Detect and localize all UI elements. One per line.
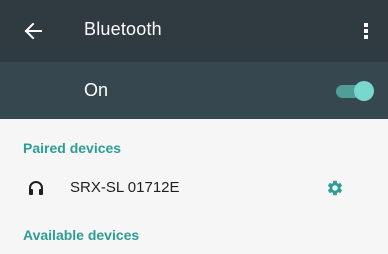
bluetooth-toggle[interactable] bbox=[336, 81, 374, 101]
available-devices-header: Available devices bbox=[23, 227, 140, 243]
app-bar: Bluetooth bbox=[0, 0, 388, 62]
device-item[interactable]: SRX-SL 01712E bbox=[0, 167, 388, 209]
gear-icon bbox=[327, 180, 343, 196]
paired-devices-header: Paired devices bbox=[23, 140, 122, 156]
device-settings-button[interactable] bbox=[323, 176, 347, 200]
bluetooth-switch-bar[interactable]: On bbox=[0, 62, 388, 119]
more-options-button[interactable] bbox=[356, 18, 376, 44]
device-list: Paired devices SRX-SL 01712E Available d… bbox=[0, 119, 388, 254]
more-vert-icon bbox=[364, 23, 368, 39]
switch-label: On bbox=[84, 80, 109, 100]
device-name: SRX-SL 01712E bbox=[70, 179, 180, 196]
page-title: Bluetooth bbox=[84, 19, 162, 39]
headphones-icon bbox=[29, 181, 43, 195]
toggle-thumb bbox=[354, 81, 374, 101]
arrow-left-icon bbox=[24, 23, 42, 39]
back-button[interactable] bbox=[20, 18, 46, 44]
